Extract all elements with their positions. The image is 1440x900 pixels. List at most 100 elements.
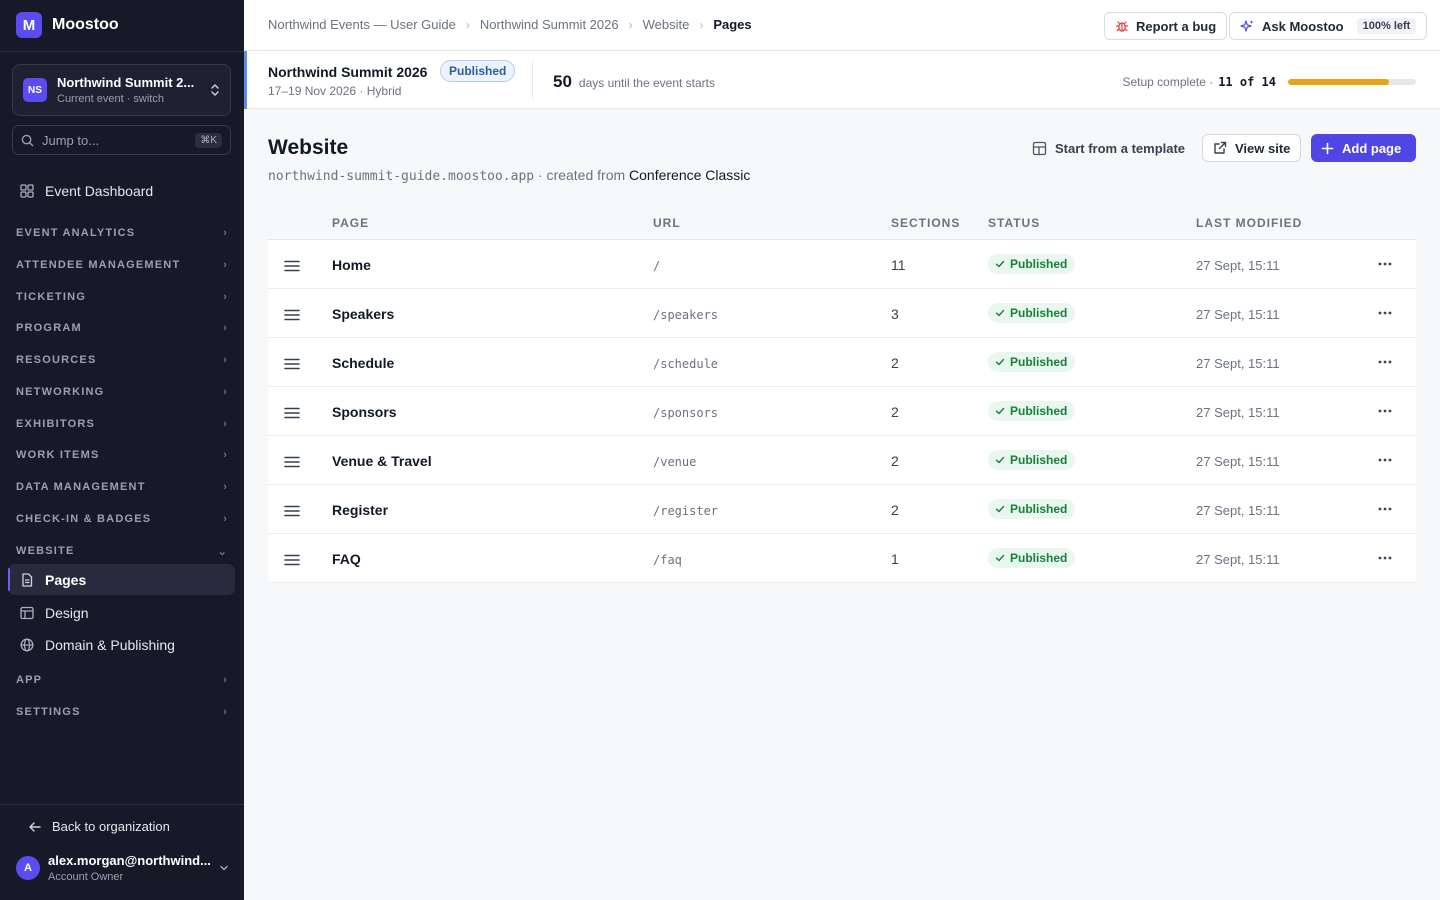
- page-name[interactable]: FAQ: [332, 551, 361, 567]
- site-domain[interactable]: northwind-summit-guide.moostoo.app: [268, 169, 534, 184]
- column-header-sections[interactable]: SECTIONS: [891, 216, 960, 230]
- sidebar-item-design[interactable]: Design: [8, 597, 235, 628]
- nav-section-work-items[interactable]: WORK ITEMS ›: [16, 445, 228, 465]
- nav-section-event-analytics[interactable]: EVENT ANALYTICS ›: [16, 223, 228, 243]
- column-header-page[interactable]: PAGE: [332, 216, 369, 230]
- back-to-organization-link[interactable]: Back to organization: [28, 819, 170, 834]
- table-row[interactable]: Venue & Travel /venue 2 Published 27 Sep…: [268, 436, 1416, 485]
- nav-section-label: TICKETING: [16, 291, 87, 303]
- more-actions-button[interactable]: [1375, 303, 1395, 323]
- page-name[interactable]: Home: [332, 257, 371, 273]
- drag-handle-icon[interactable]: [284, 455, 300, 473]
- more-actions-button[interactable]: [1375, 401, 1395, 421]
- status-label: Published: [1010, 404, 1068, 418]
- ask-moostoo-button[interactable]: Ask Moostoo 100% left: [1229, 12, 1428, 40]
- created-from-text: · created from: [538, 167, 626, 183]
- search-icon: [21, 134, 34, 146]
- drag-handle-icon[interactable]: [284, 406, 300, 424]
- breadcrumb-item[interactable]: Website: [643, 17, 690, 32]
- external-link-icon: [1214, 141, 1227, 154]
- nav-section-ticketing[interactable]: TICKETING ›: [16, 287, 228, 307]
- page-name[interactable]: Sponsors: [332, 404, 397, 420]
- start-from-template-label: Start from a template: [1055, 140, 1186, 156]
- page-name[interactable]: Schedule: [332, 355, 394, 371]
- table-row[interactable]: Schedule /schedule 2 Published 27 Sept, …: [268, 338, 1416, 387]
- check-icon: [995, 505, 1005, 513]
- nav-section-app[interactable]: APP ›: [16, 670, 228, 690]
- more-actions-button[interactable]: [1375, 352, 1395, 372]
- nav-section-networking[interactable]: NETWORKING ›: [16, 382, 228, 402]
- chevron-right-icon: ›: [223, 418, 228, 430]
- breadcrumb-item[interactable]: Northwind Summit 2026: [480, 17, 619, 32]
- brand[interactable]: M Moostoo: [16, 12, 119, 38]
- nav-section-program[interactable]: PROGRAM ›: [16, 318, 228, 338]
- nav-section-attendee-management[interactable]: ATTENDEE MANAGEMENT ›: [16, 255, 228, 275]
- days-count: 50: [553, 72, 572, 91]
- divider: [0, 51, 244, 52]
- more-actions-button[interactable]: [1375, 548, 1395, 568]
- status-label: Published: [1010, 453, 1068, 467]
- days-label: days until the event starts: [578, 76, 715, 90]
- user-menu[interactable]: A alex.morgan@northwind... Account Owner: [16, 853, 230, 883]
- section-count: 2: [891, 355, 899, 371]
- setup-progress[interactable]: Setup complete · 11 of 14: [1122, 75, 1416, 89]
- table-row[interactable]: Home / 11 Published 27 Sept, 15:11: [268, 240, 1416, 289]
- nav-section-resources[interactable]: RESOURCES ›: [16, 350, 228, 370]
- site-info: northwind-summit-guide.moostoo.app · cre…: [268, 167, 750, 184]
- jump-to-search[interactable]: Jump to... ⌘K: [12, 125, 231, 155]
- event-summary-bar: Northwind Summit 2026 Published 17–19 No…: [244, 51, 1440, 109]
- page-url: /register: [653, 504, 719, 518]
- table-row[interactable]: Sponsors /sponsors 2 Published 27 Sept, …: [268, 387, 1416, 436]
- drag-handle-icon[interactable]: [284, 357, 300, 375]
- chevron-right-icon: ›: [223, 706, 228, 718]
- add-page-label: Add page: [1342, 140, 1402, 156]
- drag-handle-icon[interactable]: [284, 504, 300, 522]
- bug-icon: [1115, 21, 1129, 32]
- nav-section-check-in-badges[interactable]: CHECK-IN & BADGES ›: [16, 509, 228, 529]
- chevron-right-icon: ›: [223, 354, 228, 366]
- breadcrumb-item[interactable]: Northwind Events — User Guide: [268, 17, 456, 32]
- table-row[interactable]: FAQ /faq 1 Published 27 Sept, 15:11: [268, 534, 1416, 583]
- nav-section-settings[interactable]: SETTINGS ›: [16, 702, 228, 722]
- last-modified: 27 Sept, 15:11: [1196, 503, 1280, 518]
- sidebar-item-pages[interactable]: Pages: [8, 564, 235, 595]
- drag-handle-icon[interactable]: [284, 259, 300, 277]
- column-header-last-modified[interactable]: LAST MODIFIED: [1196, 216, 1302, 230]
- page-name[interactable]: Venue & Travel: [332, 453, 432, 469]
- nav-section-data-management[interactable]: DATA MANAGEMENT ›: [16, 477, 228, 497]
- brand-logo: M: [16, 12, 42, 38]
- section-count: 2: [891, 502, 899, 518]
- status-label: Published: [1010, 306, 1068, 320]
- sidebar-item-domain-publishing[interactable]: Domain & Publishing: [8, 629, 235, 660]
- sidebar-item-event-dashboard[interactable]: Event Dashboard: [8, 175, 235, 206]
- table-row[interactable]: Register /register 2 Published 27 Sept, …: [268, 485, 1416, 534]
- table-row[interactable]: Speakers /speakers 3 Published 27 Sept, …: [268, 289, 1416, 338]
- last-modified: 27 Sept, 15:11: [1196, 307, 1280, 322]
- more-actions-button[interactable]: [1375, 254, 1395, 274]
- status-badge: Published: [988, 548, 1076, 568]
- page-name[interactable]: Register: [332, 502, 388, 518]
- more-actions-button[interactable]: [1375, 499, 1395, 519]
- template-name: Conference Classic: [629, 167, 751, 183]
- start-from-template-button[interactable]: Start from a template: [1022, 134, 1195, 162]
- nav-section-exhibitors[interactable]: EXHIBITORS ›: [16, 414, 228, 434]
- chevron-down-icon: [220, 865, 228, 871]
- drag-handle-icon[interactable]: [284, 308, 300, 326]
- report-bug-button[interactable]: Report a bug: [1104, 12, 1228, 40]
- column-header-status[interactable]: STATUS: [988, 216, 1040, 230]
- last-modified: 27 Sept, 15:11: [1196, 405, 1280, 420]
- nav-section-website[interactable]: WEBSITE ⌄: [16, 541, 228, 561]
- more-actions-button[interactable]: [1375, 450, 1395, 470]
- nav-section-label: APP: [16, 674, 43, 686]
- last-modified: 27 Sept, 15:11: [1196, 552, 1280, 567]
- event-switcher[interactable]: NS Northwind Summit 2... Current event ·…: [12, 64, 231, 116]
- page-name[interactable]: Speakers: [332, 306, 394, 322]
- column-header-url[interactable]: URL: [653, 216, 681, 230]
- add-page-button[interactable]: Add page: [1311, 134, 1416, 162]
- check-icon: [995, 358, 1005, 366]
- chevron-down-icon: ⌄: [217, 545, 228, 558]
- nav-section-label: WEBSITE: [16, 545, 75, 557]
- chevron-right-icon: ›: [223, 227, 228, 239]
- drag-handle-icon[interactable]: [284, 553, 300, 571]
- view-site-button[interactable]: View site: [1202, 134, 1302, 162]
